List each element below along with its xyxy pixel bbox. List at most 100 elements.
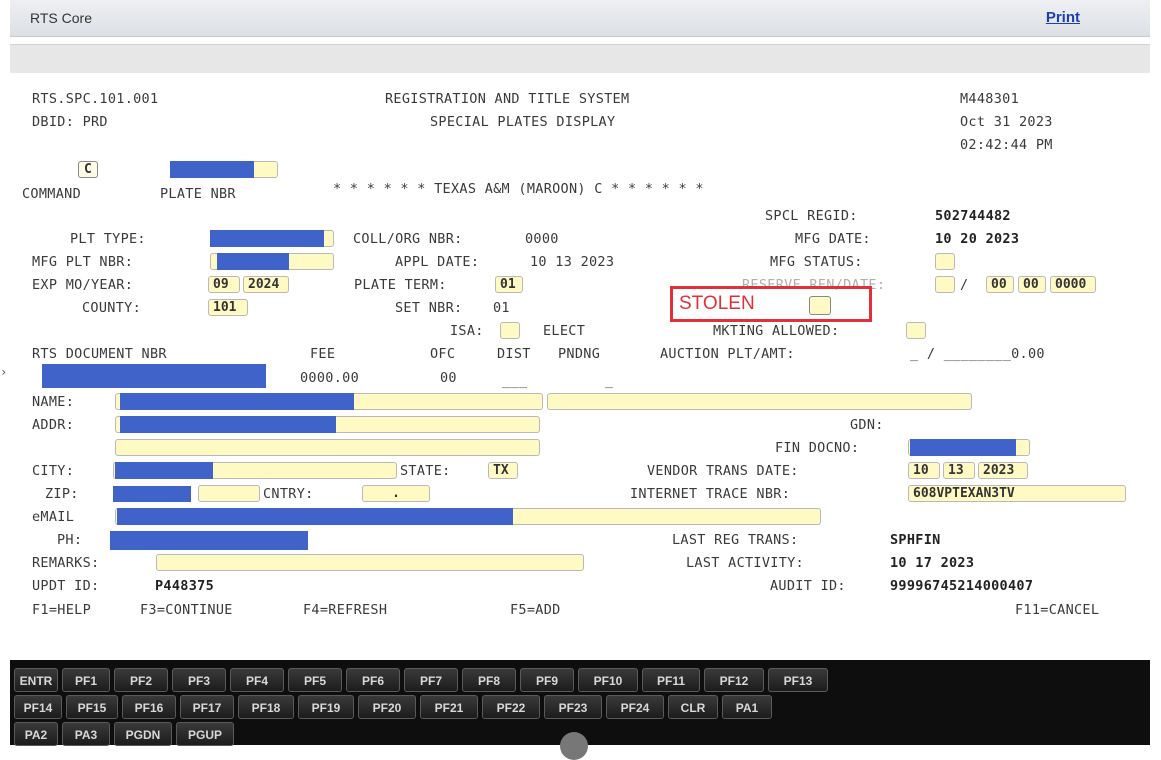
key-pf20[interactable]: PF20 [358,695,416,719]
key-pgup[interactable]: PGUP [176,722,234,746]
mfg-date-label: MFG DATE: [795,231,871,247]
exp-year-input[interactable]: 2024 [243,276,289,293]
key-pf9[interactable]: PF9 [520,668,574,692]
coll-org-label: COLL/ORG NBR: [353,231,463,247]
fee-value: 0000.00 [300,370,359,386]
key-pf14[interactable]: PF14 [14,695,62,719]
key-pgdn[interactable]: PGDN [114,722,172,746]
email-label: eMAIL [32,509,75,525]
key-pf12[interactable]: PF12 [704,668,764,692]
plate-banner: * * * * * * TEXAS A&M (MAROON) C * * * *… [333,181,704,197]
key-pf6[interactable]: PF6 [346,668,400,692]
fkey-continue: F3=CONTINUE [140,602,233,618]
mfg-status-input[interactable] [935,253,955,270]
auction-value: _ / ________0.00 [910,346,1045,362]
zip-ext-input[interactable] [198,485,260,502]
window-title: RTS Core [30,10,92,26]
redaction [115,462,213,479]
zip-label: ZIP: [45,486,79,502]
dbid: DBID: PRD [32,114,108,130]
plate-term-label: PLATE TERM: [354,277,447,293]
scroll-knob[interactable] [560,732,588,760]
key-pa2[interactable]: PA2 [14,722,58,746]
key-pf8[interactable]: PF8 [462,668,516,692]
key-pf13[interactable]: PF13 [768,668,828,692]
addr-line2-input[interactable] [115,439,540,456]
chevron-right-icon: › [0,365,8,379]
coll-org-value: 0000 [525,231,559,247]
header-date: Oct 31 2023 [960,114,1053,130]
reserve-month-input[interactable]: 00 [986,276,1014,293]
key-pf19[interactable]: PF19 [298,695,354,719]
key-pf10[interactable]: PF10 [578,668,638,692]
fkey-cancel: F11=CANCEL [1015,602,1100,618]
command-input[interactable]: C [78,161,98,178]
title-bar: RTS Core Print [10,0,1150,37]
key-pf21[interactable]: PF21 [420,695,478,719]
key-entr[interactable]: ENTR [14,668,58,692]
stolen-input[interactable] [809,296,831,315]
last-activity-value: 10 17 2023 [890,555,975,571]
mkting-allowed-input[interactable] [906,322,926,339]
key-pf1[interactable]: PF1 [62,668,110,692]
last-activity-label: LAST ACTIVITY: [686,555,804,571]
vendor-month-input[interactable]: 10 [908,462,940,479]
key-pf15[interactable]: PF15 [66,695,118,719]
exp-month-input[interactable]: 09 [208,276,240,293]
internet-trace-input[interactable]: 608VPTEXAN3TV [908,485,1126,502]
pndng-value: _ [605,373,614,389]
reserve-ren-input[interactable] [935,276,955,293]
key-pf3[interactable]: PF3 [172,668,226,692]
cntry-input[interactable]: . [362,485,430,502]
key-pf23[interactable]: PF23 [544,695,602,719]
key-pf17[interactable]: PF17 [180,695,234,719]
gdn-label: GDN: [850,417,884,433]
redaction [217,253,289,270]
name-label: NAME: [32,394,75,410]
mkting-allowed-label: MKTING ALLOWED: [713,323,840,339]
fkey-add: F5=ADD [510,602,561,618]
plate-term-input[interactable]: 01 [495,276,523,293]
reserve-day-input[interactable]: 00 [1018,276,1046,293]
stolen-highlight: STOLEN [670,286,872,322]
plt-type-label: PLT TYPE: [70,231,146,247]
key-pf5[interactable]: PF5 [288,668,342,692]
key-pf7[interactable]: PF7 [404,668,458,692]
vendor-day-input[interactable]: 13 [943,462,975,479]
user-code: M448301 [960,91,1019,107]
fee-header: FEE [310,346,336,362]
header-time: 02:42:44 PM [960,137,1053,153]
reserve-year-input[interactable]: 0000 [1050,276,1096,293]
key-pf18[interactable]: PF18 [238,695,294,719]
key-pf4[interactable]: PF4 [230,668,284,692]
ofc-header: OFC [430,346,456,362]
county-label: COUNTY: [82,300,141,316]
auction-header: AUCTION PLT/AMT: [660,346,795,362]
remarks-input[interactable] [156,554,584,571]
print-link[interactable]: Print [1046,9,1080,26]
key-pa3[interactable]: PA3 [62,722,110,746]
key-clr[interactable]: CLR [668,695,718,719]
last-reg-trans-label: LAST REG TRANS: [672,532,799,548]
last-reg-trans-value: SPHFIN [890,532,941,548]
key-pf11[interactable]: PF11 [642,668,700,692]
isa-input[interactable] [500,322,520,339]
key-pf22[interactable]: PF22 [482,695,540,719]
pndng-header: PNDNG [558,346,601,362]
name-2-input[interactable] [547,393,972,410]
program-id: RTS.SPC.101.001 [32,91,159,107]
updt-id-label: UPDT ID: [32,578,100,594]
county-input[interactable]: 101 [208,299,248,316]
key-pf2[interactable]: PF2 [114,668,168,692]
vendor-year-input[interactable]: 2023 [978,462,1028,479]
key-pf16[interactable]: PF16 [122,695,176,719]
dist-value: ___ [502,373,528,389]
state-input[interactable]: TX [488,462,518,479]
fkey-help: F1=HELP [32,602,91,618]
elect-label: ELECT [543,323,586,339]
key-pf24[interactable]: PF24 [606,695,664,719]
ofc-value: 00 [440,370,457,386]
updt-id-value: P448375 [155,578,214,594]
key-pa1[interactable]: PA1 [722,695,772,719]
plate-nbr-label: PLATE NBR [160,186,236,202]
